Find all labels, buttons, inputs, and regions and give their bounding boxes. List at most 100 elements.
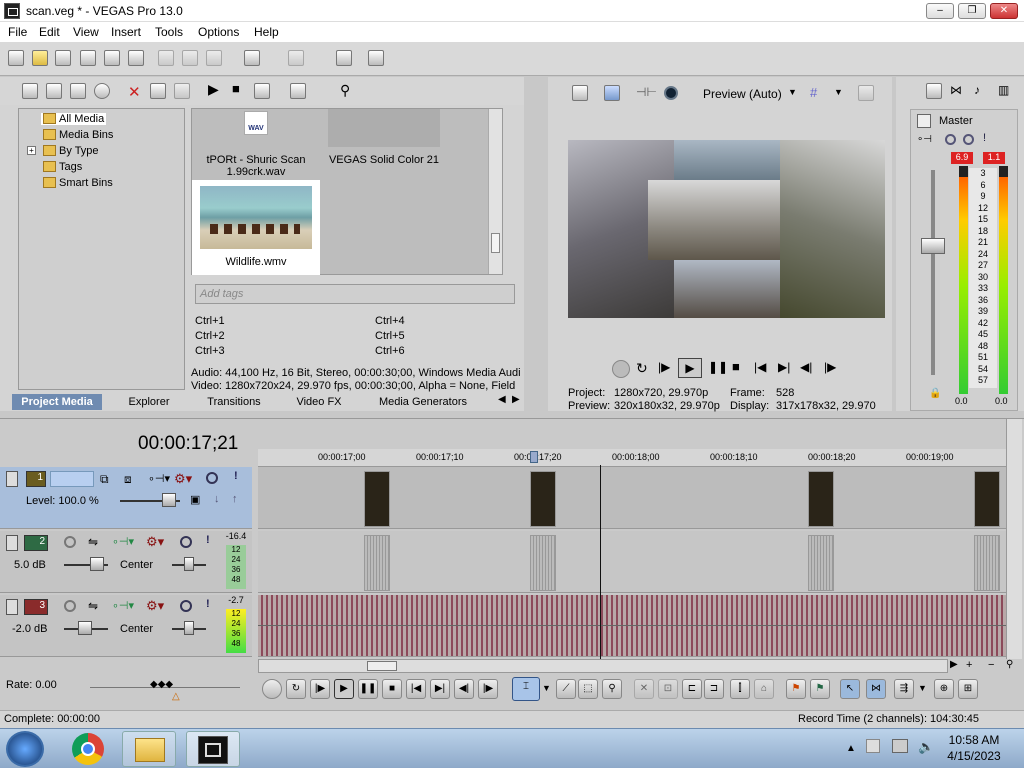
enable-snapping-icon[interactable]: ↖ xyxy=(840,679,860,699)
menu-options[interactable]: Options xyxy=(198,25,239,39)
stop-preview-icon[interactable]: ■ xyxy=(232,81,240,96)
tab-explorer[interactable]: Explorer xyxy=(110,394,188,410)
audio-clip[interactable] xyxy=(808,535,834,591)
lock-icon[interactable]: 🔒 xyxy=(929,388,941,399)
cut-icon[interactable] xyxy=(158,50,174,66)
envelope-edit-tool-icon[interactable]: ⟋ xyxy=(556,679,576,699)
playhead-marker[interactable] xyxy=(530,451,538,463)
make-compositing-child-icon[interactable]: ↓ xyxy=(214,493,220,505)
track-header-audio-3[interactable]: 3 ⇋ ∘⊣▾ ⚙▾ ! -2.0 dB Center -2.7 12 24 3… xyxy=(0,595,252,657)
automation-settings-icon[interactable]: ⚙▾ xyxy=(146,598,164,614)
external-monitor-icon[interactable] xyxy=(604,85,620,101)
volume-icon[interactable]: 🔈 xyxy=(918,739,934,755)
tag-shortcut-5[interactable]: Ctrl+5 xyxy=(375,330,405,342)
chevron-down-icon[interactable]: ▼ xyxy=(918,683,927,693)
show-hidden-icons[interactable]: ▲ xyxy=(846,743,856,754)
previous-frame-icon[interactable]: ◀| xyxy=(800,360,812,374)
ignore-event-grouping-icon[interactable] xyxy=(336,50,352,66)
selection-edit-tool-icon[interactable]: ⬚ xyxy=(578,679,598,699)
loop-icon[interactable]: ↻ xyxy=(636,360,648,377)
menu-file[interactable]: File xyxy=(8,25,27,39)
insert-region-icon[interactable]: ⚑ xyxy=(810,679,830,699)
track-minimize-icon[interactable] xyxy=(6,535,18,551)
media-item-wildlife[interactable]: Wildlife.wmv xyxy=(192,180,320,275)
audio-clip[interactable] xyxy=(364,535,390,591)
tree-item-smart-bins[interactable]: Smart Bins xyxy=(43,177,113,189)
audio-clip[interactable] xyxy=(530,535,556,591)
solo-icon[interactable]: ! xyxy=(983,132,986,144)
go-to-end-icon[interactable]: ▶| xyxy=(430,679,450,699)
tag-shortcut-2[interactable]: Ctrl+2 xyxy=(195,330,225,342)
import-media-icon[interactable] xyxy=(22,83,38,99)
solo-icon[interactable]: ! xyxy=(206,534,210,546)
go-to-start-icon[interactable]: |◀ xyxy=(754,360,766,374)
tab-media-generators[interactable]: Media Generators xyxy=(368,394,478,410)
media-item-solid-color[interactable]: VEGAS Solid Color 21 xyxy=(328,109,456,175)
track-motion-icon[interactable]: ⧈ xyxy=(124,472,132,487)
record-icon[interactable] xyxy=(612,360,630,378)
mute-icon[interactable] xyxy=(206,472,218,484)
zoom-tool-icon[interactable]: ⚲ xyxy=(1006,659,1013,670)
media-list-scrollbar[interactable] xyxy=(488,109,502,274)
record-icon[interactable] xyxy=(262,679,282,699)
track-minimize-icon[interactable] xyxy=(6,599,18,615)
make-compositing-parent-icon[interactable]: ↑ xyxy=(232,493,238,505)
auto-ripple-icon[interactable]: ⇶ xyxy=(894,679,914,699)
lock-icon[interactable]: ⌂ xyxy=(754,679,774,699)
invert-phase-icon[interactable]: ⇋ xyxy=(88,535,98,549)
media-fx-icon[interactable] xyxy=(174,83,190,99)
copy-snapshot-icon[interactable] xyxy=(858,85,874,101)
video-level-slider[interactable] xyxy=(162,493,176,507)
timeline-hscroll[interactable] xyxy=(258,659,948,673)
split-screen-icon[interactable]: ⊣⊢ xyxy=(636,85,657,99)
stop-icon[interactable]: ■ xyxy=(732,359,740,374)
chevron-down-icon[interactable]: ▼ xyxy=(788,87,797,97)
previous-frame-icon[interactable]: ◀| xyxy=(454,679,474,699)
tree-item-by-type[interactable]: By Type xyxy=(43,145,99,157)
normal-edit-tool-icon[interactable]: ⌶ xyxy=(512,677,540,701)
overlays-icon[interactable]: # xyxy=(810,85,817,100)
delete-icon[interactable]: ✕ xyxy=(634,679,654,699)
mute-icon[interactable] xyxy=(963,134,974,145)
pan-slider[interactable] xyxy=(184,557,194,571)
undo-icon[interactable] xyxy=(244,50,260,66)
taskbar-vegas[interactable] xyxy=(186,731,240,767)
video-clip[interactable] xyxy=(364,471,390,527)
go-to-end-icon[interactable]: ▶| xyxy=(778,360,790,374)
video-clip[interactable] xyxy=(974,471,1000,527)
loop-playback-icon[interactable]: ↻ xyxy=(286,679,306,699)
expand-toggle[interactable]: + xyxy=(27,146,36,155)
bus-properties-icon[interactable] xyxy=(926,83,942,99)
start-preview-icon[interactable]: ▶ xyxy=(208,81,219,98)
track-lane-video-1[interactable] xyxy=(258,467,1006,529)
compositing-mode-icon[interactable]: ⧉ xyxy=(100,472,109,487)
pan-slider[interactable] xyxy=(184,621,194,635)
track-minimize-icon[interactable] xyxy=(6,471,18,487)
tab-video-fx[interactable]: Video FX xyxy=(282,394,356,410)
views-icon[interactable] xyxy=(290,83,306,99)
save-icon[interactable] xyxy=(55,50,71,66)
clock-time[interactable]: 10:58 AM xyxy=(944,733,1004,747)
trim-icon[interactable]: ⊡ xyxy=(658,679,678,699)
split-icon[interactable]: ⫿ xyxy=(730,679,750,699)
invert-phase-icon[interactable]: ⇋ xyxy=(88,599,98,613)
tree-item-tags[interactable]: Tags xyxy=(43,161,82,173)
tab-scroll-left-icon[interactable]: ◀ xyxy=(498,394,506,405)
extract-audio-icon[interactable] xyxy=(94,83,110,99)
automation-settings-icon[interactable]: ⚙▾ xyxy=(174,471,192,487)
dim-output-icon[interactable]: ♪ xyxy=(974,83,980,97)
menu-help[interactable]: Help xyxy=(254,25,279,39)
video-clip[interactable] xyxy=(530,471,556,527)
peak-left[interactable]: 6.9 xyxy=(951,152,973,164)
maximize-button[interactable]: ❐ xyxy=(958,3,986,19)
zoom-out-icon[interactable]: − xyxy=(988,659,994,671)
mute-icon[interactable] xyxy=(180,600,192,612)
arm-record-icon[interactable] xyxy=(64,536,76,548)
solo-icon[interactable]: ! xyxy=(234,470,238,482)
solo-icon[interactable]: ! xyxy=(206,598,210,610)
play-from-start-icon[interactable]: |▶ xyxy=(310,679,330,699)
tag-shortcut-3[interactable]: Ctrl+3 xyxy=(195,345,225,357)
automation-icon[interactable] xyxy=(945,134,956,145)
tag-shortcut-6[interactable]: Ctrl+6 xyxy=(375,345,405,357)
open-icon[interactable] xyxy=(32,50,48,66)
